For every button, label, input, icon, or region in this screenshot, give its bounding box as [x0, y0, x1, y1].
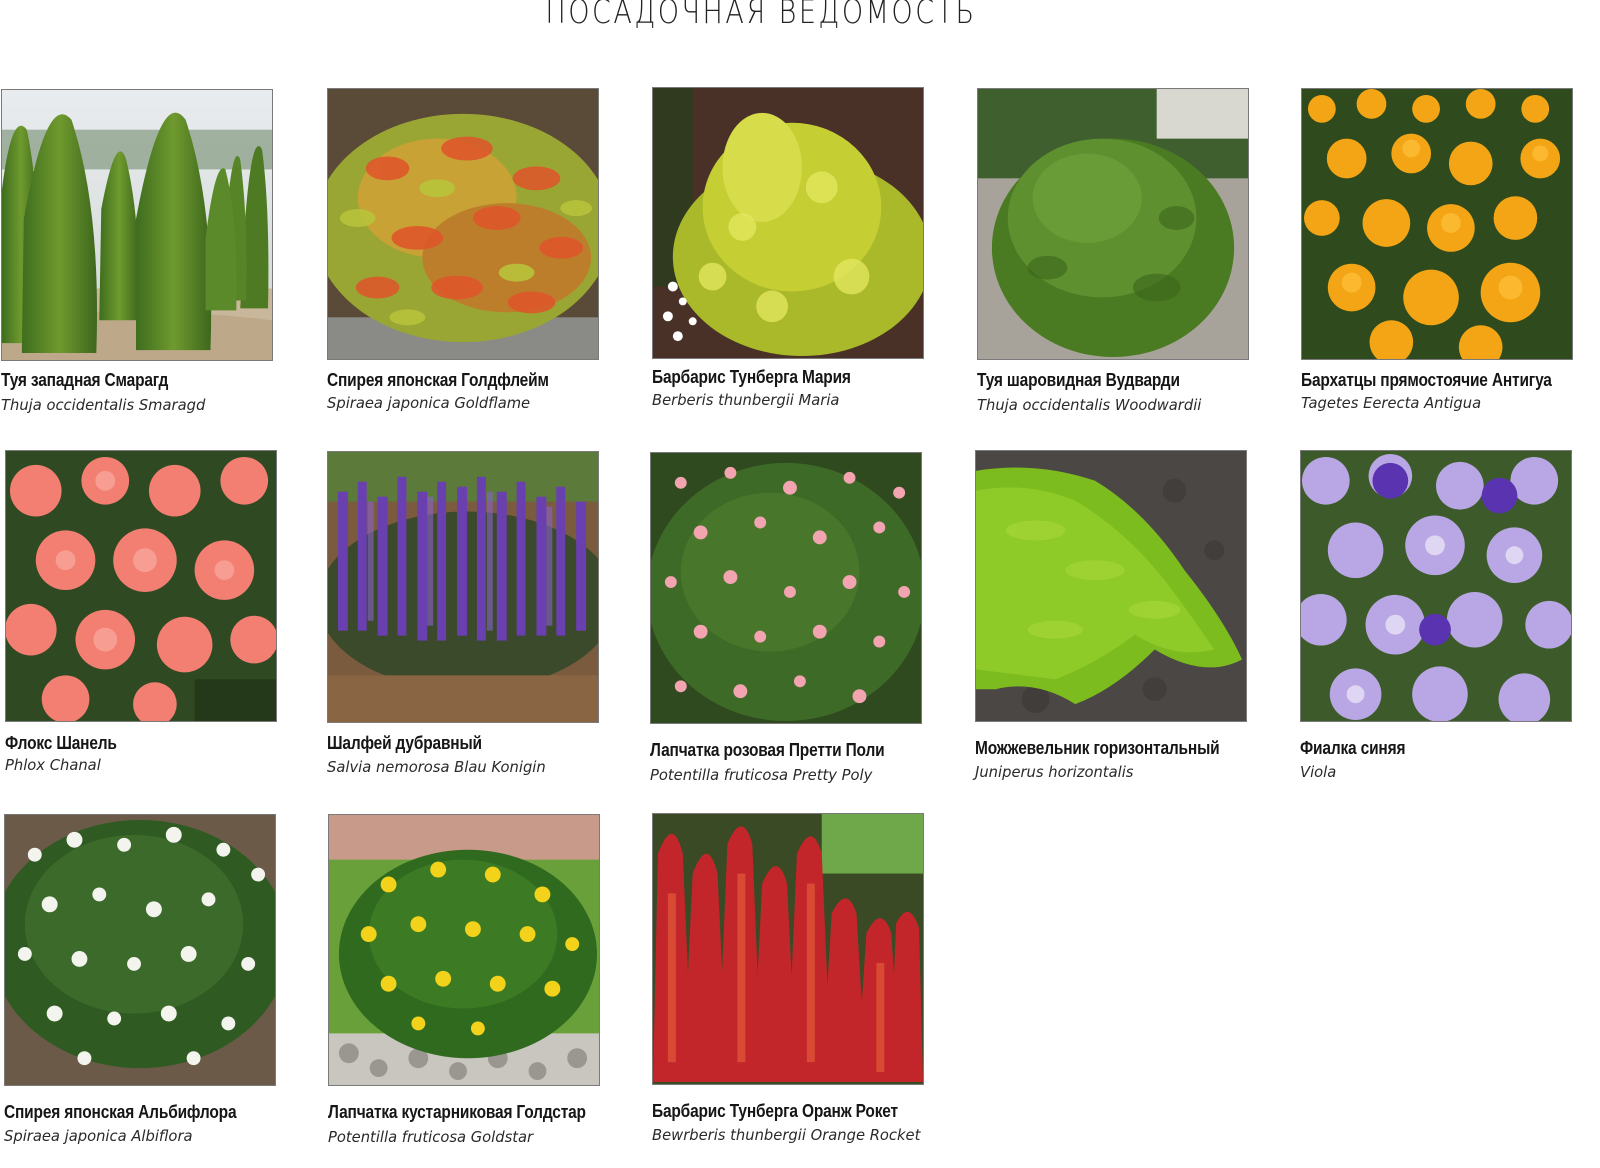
plant-name-ru: Туя шаровидная Вудварди	[977, 370, 1180, 390]
salvia-nemorosa-photo	[328, 452, 598, 722]
plant-name-latin: Bewrberis thunbergii Orange Rocket	[652, 1126, 921, 1144]
plant-name-latin: Spiraea japonica Goldflame	[327, 394, 531, 412]
plant-photo	[1300, 450, 1572, 722]
potentilla-goldstar-photo	[329, 815, 599, 1085]
spiraea-albiflora-photo	[5, 815, 275, 1085]
plant-photo	[652, 813, 924, 1085]
plant-name-ru: Туя западная Смарагд	[1, 370, 169, 390]
phlox-chanal-photo	[6, 451, 276, 721]
plant-name-latin: Tagetes Eerecta Antigua	[1301, 394, 1482, 412]
plant-name-ru: Лапчатка розовая Претти Поли	[650, 740, 885, 760]
plant-name-latin: Berberis thunbergii Maria	[652, 391, 840, 409]
plant-name-ru: Бархатцы прямостоячие Антигуа	[1301, 370, 1552, 390]
plant-name-ru: Спирея японская Голдфлейм	[327, 370, 549, 390]
plant-name-ru: Барбарис Тунберга Оранж Рокет	[652, 1101, 898, 1121]
plant-name-latin: Potentilla fruticosa Goldstar	[328, 1128, 534, 1146]
plant-photo	[1, 89, 273, 361]
plant-photo	[5, 450, 277, 722]
plant-name-latin: Salvia nemorosa Blau Konigin	[327, 758, 546, 776]
plant-name-latin: Viola	[1300, 763, 1337, 781]
thuja-smaragd-photo	[2, 90, 272, 360]
plant-name-ru: Лапчатка кустарниковая Голдстар	[328, 1102, 586, 1122]
page-title: ПОСАДОЧНАЯ ВЕДОМОСТЬ	[545, 0, 977, 31]
plant-name-ru: Флокс Шанель	[5, 733, 117, 753]
plant-name-latin: Thuja occidentalis Woodwardii	[977, 396, 1202, 414]
plant-name-ru: Шалфей дубравный	[327, 733, 482, 753]
plant-name-ru: Барбарис Тунберга Мария	[652, 367, 851, 387]
plant-name-ru: Можжевельник горизонтальный	[975, 738, 1220, 758]
potentilla-pretty-poly-photo	[651, 453, 921, 723]
plant-photo	[327, 88, 599, 360]
plant-photo	[4, 814, 276, 1086]
thuja-woodwardii-photo	[978, 89, 1248, 359]
plant-photo	[652, 87, 924, 359]
juniperus-horizontalis-photo	[976, 451, 1246, 721]
spiraea-goldflame-photo	[328, 89, 598, 359]
tagetes-antigua-photo	[1302, 89, 1572, 359]
plant-name-latin: Potentilla fruticosa Pretty Poly	[650, 766, 873, 784]
plant-photo	[650, 452, 922, 724]
plant-photo	[977, 88, 1249, 360]
plant-name-ru: Спирея японская Альбифлора	[4, 1102, 237, 1122]
plant-photo	[328, 814, 600, 1086]
plant-name-ru: Фиалка синяя	[1300, 738, 1406, 758]
plant-name-latin: Thuja occidentalis Smaragd	[1, 396, 206, 414]
plant-name-latin: Juniperus horizontalis	[975, 763, 1134, 781]
plant-photo	[1301, 88, 1573, 360]
plant-photo	[975, 450, 1247, 722]
plant-photo	[327, 451, 599, 723]
berberis-orange-rocket-photo	[653, 814, 923, 1084]
plant-name-latin: Phlox Chanal	[5, 756, 101, 774]
berberis-maria-photo	[653, 88, 923, 358]
plant-name-latin: Spiraea japonica Albiflora	[4, 1127, 193, 1145]
viola-photo	[1301, 451, 1571, 721]
